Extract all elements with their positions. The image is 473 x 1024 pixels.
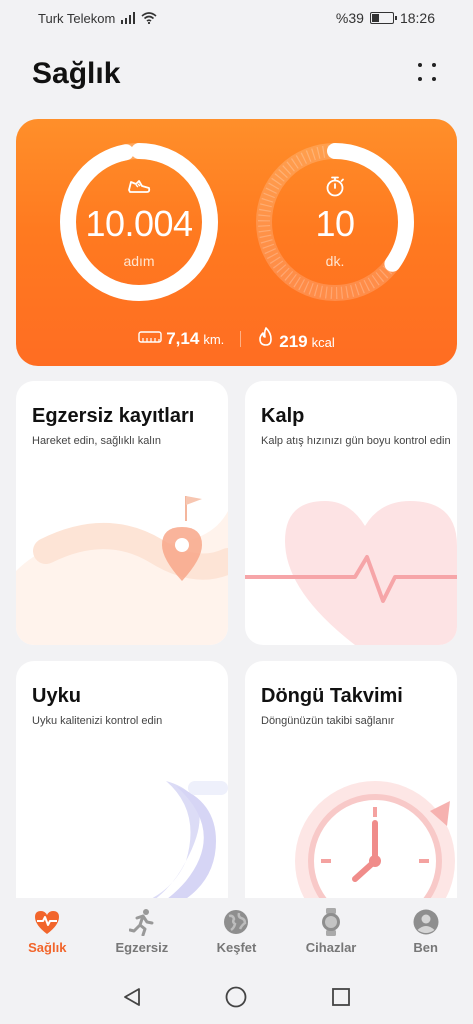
wifi-icon: [141, 12, 157, 24]
distance-stat: 7,14 km.: [138, 329, 224, 349]
signal-icon: [121, 12, 136, 24]
tile-subtitle: Uyku kalitenizi kontrol edin: [32, 715, 163, 727]
shoe-icon: [128, 180, 151, 193]
calories-stat: 219 kcal: [257, 326, 335, 352]
bottom-nav: Sağlık Egzersiz Keşfet Cihazlar Ben: [0, 898, 473, 970]
steps-block: 10.004 adım: [58, 141, 220, 303]
activity-footer: 7,14 km. 219 kcal: [16, 325, 457, 353]
distance-value: 7,14: [166, 329, 200, 348]
calories-value: 219: [279, 331, 308, 351]
tile-subtitle: Döngünüzün takibi sağlanır: [261, 715, 395, 727]
page-title: Sağlık: [32, 57, 121, 90]
minutes-block: 10 dk.: [254, 141, 416, 303]
tile-subtitle: Kalp atış hızınızı gün boyu kontrol edin: [261, 435, 451, 447]
nav-item-devices[interactable]: Cihazlar: [286, 908, 376, 955]
nav-item-health[interactable]: Sağlık: [2, 908, 92, 955]
activity-summary-card[interactable]: 10.004 adım 10 dk. 7,14 km. 219 kcal: [16, 119, 457, 366]
calories-unit: kcal: [311, 334, 335, 350]
battery-percent: %39: [335, 10, 364, 26]
tile-title: Döngü Takvimi: [261, 685, 403, 707]
nav-label: Egzersiz: [115, 940, 169, 955]
nav-label: Ben: [413, 940, 438, 955]
system-nav-bar: [0, 970, 473, 1024]
nav-item-exercise[interactable]: Egzersiz: [97, 908, 187, 955]
more-dots-icon[interactable]: [415, 60, 443, 88]
person-icon: [412, 908, 440, 936]
tile-title: Kalp: [261, 405, 305, 427]
back-icon[interactable]: [117, 982, 147, 1012]
app-header: Sağlık: [32, 52, 443, 96]
distance-unit: km.: [203, 332, 225, 347]
tile-title: Egzersiz kayıtları: [32, 405, 195, 427]
status-left: Turk Telekom: [38, 11, 157, 26]
nav-label: Keşfet: [216, 940, 257, 955]
battery-icon: [369, 12, 397, 24]
watch-icon: [317, 908, 345, 936]
tile-subtitle: Hareket edin, sağlıklı kalın: [32, 435, 162, 447]
heart-tile[interactable]: Kalp Kalp atış hızınızı gün boyu kontrol…: [245, 381, 457, 645]
cycle-calendar-tile[interactable]: Döngü Takvimi Döngünüzün takibi sağlanır: [245, 661, 457, 925]
nav-label: Sağlık: [28, 940, 67, 955]
clock-time: 18:26: [399, 10, 435, 26]
flame-icon: [259, 326, 273, 346]
steps-value: 10.004: [85, 203, 193, 244]
recents-icon[interactable]: [326, 982, 356, 1012]
footer-divider: [240, 331, 242, 347]
stopwatch-icon: [326, 176, 344, 197]
nav-label: Cihazlar: [305, 940, 357, 955]
nav-item-discover[interactable]: Keşfet: [191, 908, 281, 955]
carrier-name: Turk Telekom: [38, 10, 116, 26]
sleep-tile[interactable]: Uyku Uyku kalitenizi kontrol edin: [16, 661, 228, 925]
exercise-records-tile[interactable]: Egzersiz kayıtları Hareket edin, sağlıkl…: [16, 381, 228, 645]
ruler-icon: [138, 331, 162, 343]
running-icon: [128, 908, 156, 936]
heart-pulse-icon: [33, 908, 61, 936]
status-bar: Turk Telekom %39 18:26: [0, 0, 473, 36]
steps-unit: adım: [123, 253, 155, 269]
globe-icon: [222, 908, 250, 936]
minutes-unit: dk.: [325, 253, 345, 269]
minutes-value: 10: [315, 203, 355, 244]
status-right: %39 18:26: [336, 10, 435, 26]
tile-title: Uyku: [32, 685, 81, 707]
home-icon[interactable]: [221, 982, 251, 1012]
nav-item-me[interactable]: Ben: [381, 908, 471, 955]
